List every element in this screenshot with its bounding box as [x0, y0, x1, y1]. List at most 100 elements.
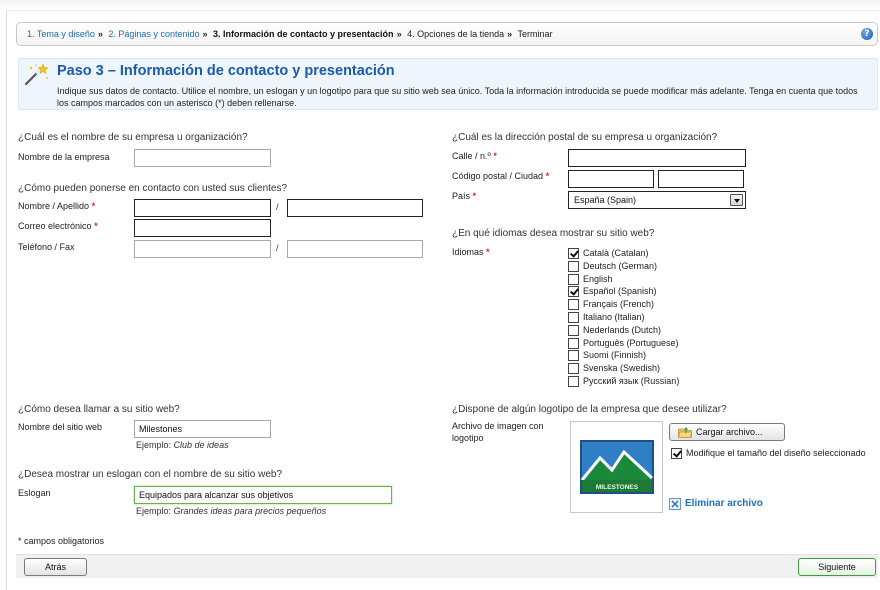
site-name-example: Ejemplo: Club de ideas: [136, 440, 229, 450]
language-option[interactable]: Deutsch (German): [568, 260, 728, 273]
magic-wand-icon: [24, 63, 49, 86]
contact-question: ¿Cómo pueden ponerse en contacto con ust…: [18, 183, 288, 194]
step-separator: »: [396, 29, 402, 39]
step-separator: »: [97, 29, 103, 39]
page-title: Paso 3 – Información de contacto y prese…: [57, 63, 395, 79]
language-label: English: [583, 273, 613, 284]
language-option[interactable]: English: [568, 273, 728, 286]
country-selected-value: España (Spain): [574, 195, 637, 205]
last-name-input[interactable]: [287, 199, 423, 217]
name-separator: /: [276, 202, 279, 212]
logo-image: MILESTONES: [580, 440, 654, 494]
slogan-example: Ejemplo: Grandes ideas para precios pequ…: [136, 506, 327, 516]
step-link-1[interactable]: 1. Tema y diseño: [27, 29, 95, 39]
email-input[interactable]: [134, 219, 271, 237]
street-label: Calle / n.º *: [452, 151, 497, 161]
language-checkbox[interactable]: [568, 312, 579, 323]
first-name-input[interactable]: [134, 199, 271, 217]
company-question: ¿Cuál es el nombre de su empresa u organ…: [18, 132, 248, 143]
language-option[interactable]: Català (Catalan): [568, 248, 728, 260]
language-checkbox[interactable]: [568, 363, 579, 375]
window-top-strip: [0, 0, 880, 10]
language-option[interactable]: Suomi (Finnish): [568, 350, 728, 362]
language-checkbox[interactable]: [568, 299, 579, 311]
step-4: 4. Opciones de la tienda: [407, 29, 505, 39]
language-option[interactable]: Português (Portuguese): [568, 337, 728, 350]
footer-bar: Atrás Siguiente: [16, 554, 878, 578]
city-input[interactable]: [658, 170, 744, 188]
next-button[interactable]: Siguiente: [798, 558, 876, 576]
step-link-2[interactable]: 2. Páginas y contenido: [108, 29, 199, 39]
step-separator: »: [202, 29, 208, 39]
language-checkbox[interactable]: [568, 260, 579, 272]
site-name-label: Nombre del sitio web: [18, 422, 103, 432]
slogan-question: ¿Desea mostrar un eslogan con el nombre …: [18, 469, 283, 480]
language-option[interactable]: Nederlands (Dutch): [568, 324, 728, 337]
language-label: Français (French): [583, 299, 655, 310]
language-label: Italiano (Italian): [583, 312, 645, 322]
step-finish: Terminar: [517, 29, 553, 39]
intro-text: Indique sus datos de contacto. Utilice e…: [57, 86, 858, 108]
site-name-input[interactable]: [134, 420, 271, 438]
language-checkbox[interactable]: [568, 337, 579, 349]
required-mark: *: [91, 201, 96, 211]
email-label: Correo electrónico *: [18, 221, 98, 231]
language-label: Русский язык (Russian): [583, 376, 680, 386]
fax-input[interactable]: [287, 240, 423, 258]
remove-file-icon: [669, 498, 681, 510]
back-button[interactable]: Atrás: [24, 558, 87, 576]
language-label: Deutsch (German): [583, 260, 658, 271]
company-name-input[interactable]: [134, 149, 271, 167]
language-option[interactable]: Svenska (Swedish): [568, 363, 728, 375]
address-question: ¿Cuál es la dirección postal de su empre…: [452, 132, 718, 143]
zip-input[interactable]: [568, 170, 654, 188]
folder-icon: [678, 427, 692, 438]
step-separator: »: [507, 29, 513, 39]
languages-label: Idiomas *: [452, 247, 490, 257]
logo-text: MILESTONES: [596, 484, 639, 491]
required-mark: *: [493, 151, 497, 161]
language-label: Português (Portuguese): [583, 337, 679, 348]
language-checkbox[interactable]: [568, 350, 579, 362]
country-select[interactable]: España (Spain): [568, 191, 746, 209]
required-fields-note: * campos obligatorios: [18, 536, 105, 546]
logo-file-label: Archivo de imagen con logotipo: [452, 421, 544, 443]
phone-input[interactable]: [134, 240, 271, 258]
language-checkbox[interactable]: [568, 286, 579, 298]
site-name-question: ¿Cómo desea llamar a su sitio web?: [18, 404, 180, 415]
name-label: Nombre / Apellido *: [18, 201, 96, 211]
logo-preview: MILESTONES: [570, 421, 663, 513]
required-mark: *: [486, 247, 490, 257]
zip-city-label: Código postal / Ciudad *: [452, 171, 550, 181]
resize-checkbox[interactable]: [671, 448, 682, 459]
street-input[interactable]: [568, 149, 746, 167]
language-option[interactable]: Français (French): [568, 299, 728, 311]
language-checkbox[interactable]: [568, 273, 579, 285]
language-option[interactable]: Русский язык (Russian): [568, 376, 728, 388]
language-label: Suomi (Finnish): [583, 350, 647, 361]
language-label: Nederlands (Dutch): [583, 324, 662, 335]
language-checkbox[interactable]: [568, 324, 579, 336]
remove-file-label: Eliminar archivo: [685, 498, 763, 509]
language-label: Español (Spanish): [583, 286, 657, 297]
required-mark: *: [472, 191, 477, 201]
language-label: Català (Catalan): [583, 248, 649, 258]
slogan-label: Eslogan: [18, 488, 51, 498]
chevron-down-icon[interactable]: [730, 194, 743, 206]
resize-label: Modifique el tamaño del diseño seleccion…: [686, 448, 866, 458]
step-current: 3. Información de contacto y presentació…: [213, 29, 394, 39]
required-mark: *: [94, 221, 98, 231]
help-icon[interactable]: ?: [861, 28, 873, 40]
slogan-input[interactable]: [134, 486, 392, 504]
phone-label: Teléfono / Fax: [18, 242, 75, 252]
language-option[interactable]: Español (Spanish): [568, 286, 728, 298]
language-option[interactable]: Italiano (Italian): [568, 312, 728, 324]
phone-separator: /: [276, 243, 279, 253]
language-checkbox[interactable]: [568, 248, 579, 259]
company-name-label: Nombre de la empresa: [18, 152, 110, 162]
language-checkbox[interactable]: [568, 376, 579, 387]
country-label: País *: [452, 191, 477, 201]
upload-file-button[interactable]: Cargar archivo...: [669, 423, 785, 441]
languages-question: ¿En qué idiomas desea mostrar su sitio w…: [452, 228, 655, 239]
language-label: Svenska (Swedish): [583, 363, 661, 374]
